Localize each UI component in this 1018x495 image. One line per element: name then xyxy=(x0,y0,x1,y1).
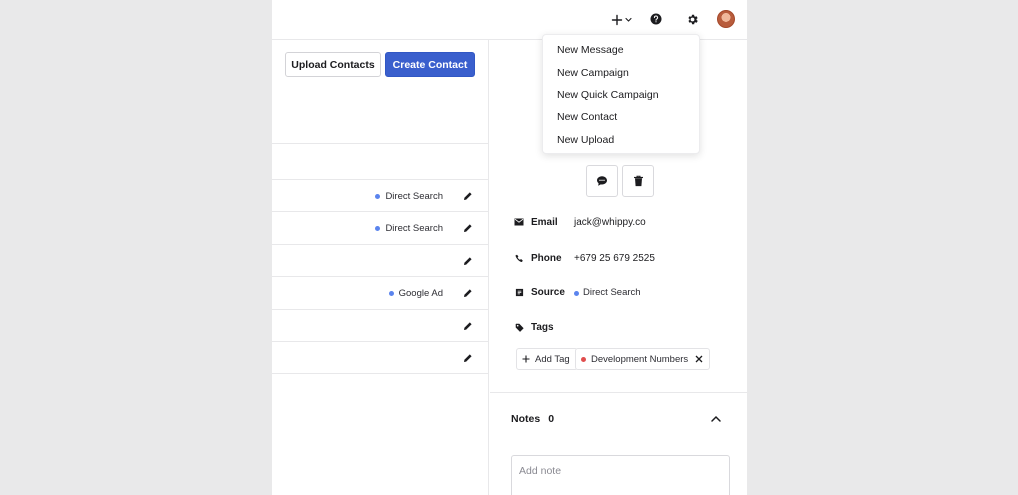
plus-icon xyxy=(522,355,530,363)
settings-button[interactable] xyxy=(684,11,700,27)
source-label: Source xyxy=(531,286,565,298)
email-value[interactable]: jack@whippy.co xyxy=(574,217,646,228)
phone-value[interactable]: +679 25 679 2525 xyxy=(574,253,655,264)
plus-chevron-icon xyxy=(611,14,632,26)
source-dot xyxy=(375,226,381,231)
pencil-icon[interactable] xyxy=(463,321,473,331)
source-dot xyxy=(375,194,381,199)
source-badge: Direct Search xyxy=(371,188,449,204)
pencil-icon[interactable] xyxy=(463,191,473,201)
close-icon[interactable] xyxy=(695,355,703,363)
table-row[interactable] xyxy=(272,244,489,277)
source-label: Direct Search xyxy=(385,222,443,234)
plus-menu-button[interactable] xyxy=(609,10,635,30)
notes-header[interactable]: Notes 0 xyxy=(511,413,554,425)
table-row[interactable] xyxy=(272,309,489,342)
phone-icon xyxy=(514,253,524,263)
table-row[interactable]: Google Ad xyxy=(272,276,489,309)
gear-icon xyxy=(687,14,698,24)
add-tag-label: Add Tag xyxy=(535,353,570,365)
menu-item-new-upload[interactable]: New Upload xyxy=(543,129,699,151)
menu-item-new-campaign[interactable]: New Campaign xyxy=(543,61,699,83)
source-value: Direct Search xyxy=(583,286,641,298)
source-row: Source Direct Search xyxy=(514,284,641,300)
message-button[interactable] xyxy=(586,165,618,197)
phone-label: Phone xyxy=(531,252,562,264)
tags-row: Tags xyxy=(514,319,574,335)
source-dot xyxy=(574,290,579,296)
pencil-icon[interactable] xyxy=(463,353,473,363)
email-row: Email jack@whippy.co xyxy=(514,214,646,230)
table-header-row xyxy=(272,143,489,176)
help-icon xyxy=(650,13,662,25)
menu-item-new-quick-campaign[interactable]: New Quick Campaign xyxy=(543,84,699,106)
pencil-icon[interactable] xyxy=(463,256,473,266)
add-tag-button[interactable]: Add Tag xyxy=(516,348,578,370)
tag-icon xyxy=(514,322,524,332)
phone-row: Phone +679 25 679 2525 xyxy=(514,250,655,266)
tag-dot xyxy=(581,356,586,362)
trash-icon xyxy=(633,175,643,187)
tag-label: Development Numbers xyxy=(591,353,689,365)
notes-label: Notes xyxy=(511,413,541,425)
chat-bubble-icon xyxy=(597,176,607,186)
table-row[interactable] xyxy=(272,341,489,374)
contacts-list-panel: Upload Contacts Create Contact Direct Se… xyxy=(272,40,489,495)
notes-count: 0 xyxy=(548,413,555,425)
source-label: Google Ad xyxy=(398,287,443,299)
source-icon xyxy=(514,287,524,297)
menu-item-new-message[interactable]: New Message xyxy=(543,39,699,61)
table-row[interactable]: Direct Search xyxy=(272,179,489,212)
delete-button[interactable] xyxy=(622,165,654,197)
help-button[interactable] xyxy=(648,11,664,27)
pencil-icon[interactable] xyxy=(463,288,473,298)
source-badge: Google Ad xyxy=(384,285,449,301)
user-avatar[interactable] xyxy=(717,10,735,28)
upload-contacts-button[interactable]: Upload Contacts xyxy=(285,52,381,77)
tag-chip: Development Numbers xyxy=(575,348,711,370)
chevron-up-icon[interactable] xyxy=(710,414,722,424)
add-note-input[interactable] xyxy=(511,455,730,495)
tags-label: Tags xyxy=(531,321,554,333)
table-row[interactable]: Direct Search xyxy=(272,211,489,244)
pencil-icon[interactable] xyxy=(463,223,473,233)
menu-item-new-contact[interactable]: New Contact xyxy=(543,106,699,128)
mail-icon xyxy=(514,217,524,227)
source-dot xyxy=(388,291,394,296)
new-menu-dropdown: New Message New Campaign New Quick Campa… xyxy=(542,34,700,154)
source-badge: Direct Search xyxy=(574,287,641,298)
source-badge: Direct Search xyxy=(371,220,449,236)
notes-divider xyxy=(490,392,747,393)
source-label: Direct Search xyxy=(385,190,443,202)
email-label: Email xyxy=(531,216,558,228)
create-contact-button[interactable]: Create Contact xyxy=(385,52,475,77)
